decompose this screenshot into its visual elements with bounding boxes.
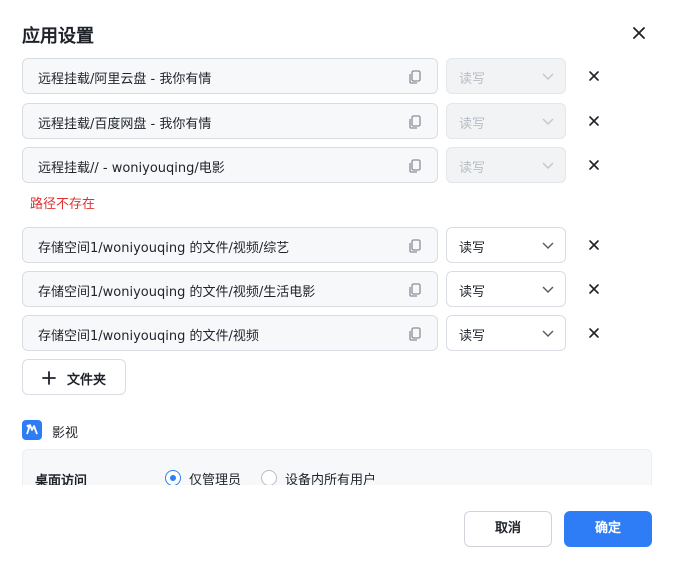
chevron-down-icon	[542, 330, 554, 338]
dialog-footer: 取消 确定	[0, 485, 673, 564]
mount-path-field: 远程挂载/百度网盘 - 我你有情	[22, 103, 438, 139]
radio-admin-only[interactable]	[165, 470, 181, 485]
video-app-icon	[22, 420, 42, 440]
mount-row: 存储空间1/woniyouqing 的文件/视频/生活电影 读写	[22, 271, 622, 307]
mount-path-field: 存储空间1/woniyouqing 的文件/视频/生活电影	[22, 271, 438, 307]
close-icon[interactable]	[630, 24, 648, 42]
mount-path-text: 远程挂载/百度网盘 - 我你有情	[38, 117, 212, 132]
copy-icon[interactable]	[407, 69, 423, 85]
permission-select: 读写	[446, 103, 566, 139]
mount-row: 存储空间1/woniyouqing 的文件/视频 读写	[22, 315, 622, 351]
remove-icon[interactable]	[587, 326, 601, 340]
confirm-button[interactable]: 确定	[564, 511, 652, 547]
remove-icon[interactable]	[587, 282, 601, 296]
remove-icon[interactable]	[587, 238, 601, 252]
permission-select: 读写	[446, 147, 566, 183]
settings-scroll-area[interactable]: 远程挂载/阿里云盘 - 我你有情 读写 远程挂载/百度网盘 - 我你有情 读写 …	[0, 58, 673, 485]
copy-icon[interactable]	[407, 114, 423, 130]
remove-icon[interactable]	[587, 69, 601, 83]
permission-value: 读写	[459, 285, 486, 300]
permission-value: 读写	[459, 161, 486, 176]
mount-path-field: 远程挂载/阿里云盘 - 我你有情	[22, 58, 438, 94]
radio-all-users[interactable]	[261, 470, 277, 485]
desktop-access-label: 桌面访问	[35, 474, 88, 485]
copy-icon[interactable]	[407, 238, 423, 254]
plus-icon	[42, 371, 56, 385]
chevron-down-icon	[542, 73, 554, 81]
mount-row: 远程挂载/百度网盘 - 我你有情 读写	[22, 103, 622, 139]
chevron-down-icon	[542, 286, 554, 294]
copy-icon[interactable]	[407, 282, 423, 298]
radio-admin-only-label[interactable]: 仅管理员	[189, 469, 241, 485]
desktop-access-panel: 桌面访问 仅管理员 设备内所有用户	[22, 449, 652, 485]
dialog-title: 应用设置	[22, 26, 94, 47]
permission-value: 读写	[459, 72, 486, 87]
mount-path-text: 远程挂载/阿里云盘 - 我你有情	[38, 72, 212, 87]
mount-path-field: 存储空间1/woniyouqing 的文件/视频/综艺	[22, 227, 438, 263]
add-folder-button[interactable]: 文件夹	[22, 359, 126, 395]
chevron-down-icon	[542, 162, 554, 170]
remove-icon[interactable]	[587, 114, 601, 128]
permission-value: 读写	[459, 329, 486, 344]
copy-icon[interactable]	[407, 326, 423, 342]
chevron-down-icon	[542, 118, 554, 126]
mount-path-text: 存储空间1/woniyouqing 的文件/视频	[38, 329, 259, 344]
chevron-down-icon	[542, 242, 554, 250]
mount-path-field: 存储空间1/woniyouqing 的文件/视频	[22, 315, 438, 351]
cancel-button[interactable]: 取消	[464, 511, 552, 547]
permission-value: 读写	[459, 117, 486, 132]
mount-row: 远程挂载// - woniyouqing/电影 读写	[22, 147, 622, 183]
permission-value: 读写	[459, 241, 486, 256]
add-folder-label: 文件夹	[67, 373, 107, 388]
copy-icon[interactable]	[407, 158, 423, 174]
app-settings-dialog: 应用设置 远程挂载/阿里云盘 - 我你有情 读写 远程挂载/百度网盘 - 我你有…	[0, 0, 673, 564]
permission-select[interactable]: 读写	[446, 271, 566, 307]
permission-select[interactable]: 读写	[446, 227, 566, 263]
remove-icon[interactable]	[587, 158, 601, 172]
mount-row: 远程挂载/阿里云盘 - 我你有情 读写	[22, 58, 622, 94]
mount-path-text: 存储空间1/woniyouqing 的文件/视频/生活电影	[38, 285, 316, 300]
mount-path-field: 远程挂载// - woniyouqing/电影	[22, 147, 438, 183]
app-name: 影视	[52, 426, 79, 441]
mount-path-text: 存储空间1/woniyouqing 的文件/视频/综艺	[38, 241, 290, 256]
path-error-text: 路径不存在	[30, 197, 96, 212]
mount-path-text: 远程挂载// - woniyouqing/电影	[38, 161, 225, 176]
permission-select: 读写	[446, 58, 566, 94]
mount-row: 存储空间1/woniyouqing 的文件/视频/综艺 读写	[22, 227, 622, 263]
permission-select[interactable]: 读写	[446, 315, 566, 351]
radio-all-users-label[interactable]: 设备内所有用户	[285, 469, 376, 485]
